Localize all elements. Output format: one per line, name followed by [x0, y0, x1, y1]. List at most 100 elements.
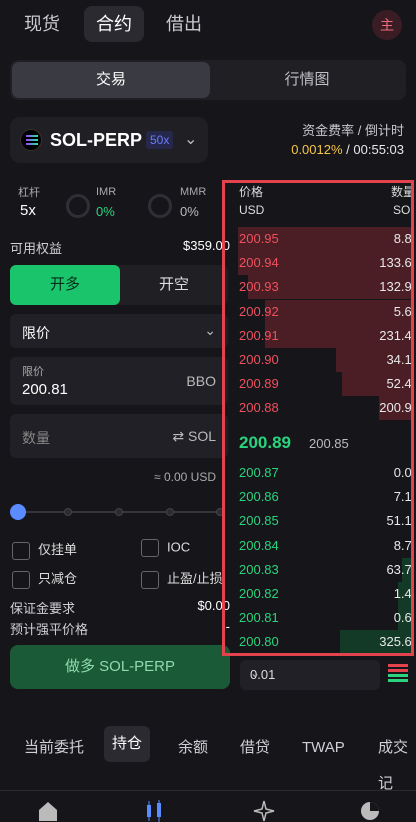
- ask-row[interactable]: 200.95 8.88: [225, 227, 412, 251]
- ask-qty: 52.42: [386, 376, 412, 392]
- mode-switch: 交易 行情图: [10, 60, 406, 100]
- margin-requirement: 保证金要求 $0.00: [10, 598, 230, 617]
- bid-row[interactable]: 200.86 7.15: [225, 485, 411, 509]
- ask-qty: 34.15: [386, 352, 412, 367]
- bid-price: 200.87: [239, 465, 279, 480]
- leverage-panel[interactable]: 杠杆 5x IMR 0% MMR 0%: [10, 180, 218, 228]
- ask-price: 200.95: [239, 231, 279, 246]
- tick-size-select[interactable]: 0.01 ⌄: [240, 660, 380, 690]
- bid-row[interactable]: 200.81 0.64: [225, 606, 412, 631]
- tab-open-orders[interactable]: 当前委托: [16, 730, 92, 766]
- home-icon[interactable]: [36, 799, 60, 822]
- submit-long-button[interactable]: 做多 SOL-PERP: [10, 645, 230, 689]
- qty-unit: SOL: [392, 203, 411, 217]
- top-nav: 现货 合约 借出 主: [0, 0, 416, 52]
- ask-row[interactable]: 200.90 34.15: [225, 348, 412, 372]
- bid-price: 200.81: [239, 610, 279, 626]
- chevron-down-icon: ⌄: [204, 322, 216, 338]
- ask-row[interactable]: 200.94 133.62: [225, 251, 412, 276]
- limit-price-label: 限价: [22, 366, 44, 378]
- equity-label: 可用权益: [10, 241, 63, 256]
- slider-tick[interactable]: [64, 508, 72, 516]
- bid-price: 200.83: [239, 561, 279, 577]
- quantity-field[interactable]: 数量 ⇄ SOL: [10, 414, 228, 458]
- bid-row[interactable]: 200.87 0.05: [225, 461, 411, 485]
- book-layout-icon[interactable]: [388, 664, 408, 686]
- trade-candles-icon[interactable]: [142, 799, 166, 822]
- market-selector[interactable]: SOL-PERP 50x ⌄: [10, 117, 208, 163]
- tab-balances[interactable]: 余额: [170, 730, 216, 766]
- bid-row[interactable]: 200.83 63.75: [225, 557, 411, 582]
- portfolio-pie-icon[interactable]: [358, 799, 382, 822]
- reduce-only-label: 只减仓: [38, 571, 78, 586]
- ask-qty: 133.62: [379, 255, 412, 271]
- bid-row[interactable]: 200.82 1.41: [225, 582, 411, 606]
- bid-price: 200.86: [239, 489, 279, 505]
- ask-qty: 8.88: [393, 231, 412, 246]
- tab-futures[interactable]: 合约: [84, 6, 144, 42]
- side-switch: 开多 开空: [10, 265, 228, 305]
- ask-row[interactable]: 200.92 5.69: [225, 299, 412, 324]
- tp-sl-checkbox[interactable]: 止盈/止损: [141, 568, 225, 589]
- limit-price-field[interactable]: 限价 200.81 BBO: [10, 357, 228, 405]
- post-only-label: 仅挂单: [38, 542, 78, 557]
- ask-row[interactable]: 200.93 132.98: [225, 275, 412, 300]
- order-type-select[interactable]: 限价 ⌄: [10, 314, 228, 348]
- tab-trade[interactable]: 交易: [12, 62, 210, 98]
- bid-qty: 0.64: [393, 610, 412, 626]
- bid-qty: 8.72: [393, 537, 412, 553]
- sparkle-icon[interactable]: [252, 799, 276, 822]
- ask-qty: 132.98: [379, 279, 412, 295]
- ask-price: 200.93: [239, 279, 279, 295]
- available-equity: 可用权益 $359.00: [10, 238, 230, 257]
- limit-price-value: 200.81: [22, 381, 68, 398]
- imr-ring-icon: [66, 194, 90, 218]
- account-avatar[interactable]: 主: [372, 10, 402, 40]
- slider-handle[interactable]: [10, 504, 26, 520]
- bid-row[interactable]: 200.85 51.18: [225, 509, 411, 533]
- open-short-tab[interactable]: 开空: [120, 265, 228, 305]
- tab-positions[interactable]: 持仓: [104, 726, 151, 762]
- chevron-down-icon: ⌄: [184, 131, 198, 148]
- mmr-value: 0%: [180, 204, 199, 219]
- reduce-only-checkbox[interactable]: 只减仓: [12, 568, 77, 589]
- ask-row[interactable]: 200.88 200.96: [225, 396, 412, 421]
- bid-price: 200.82: [239, 586, 279, 601]
- price-header: 价格: [239, 185, 264, 199]
- order-value-estimate: ≈ 0.00 USD: [154, 470, 216, 484]
- tab-trade-history[interactable]: 成交记: [370, 730, 416, 792]
- post-only-checkbox[interactable]: 仅挂单: [12, 539, 77, 560]
- funding-value: 0.0012% / 00:55:03: [291, 142, 404, 157]
- ask-qty: 5.69: [393, 303, 412, 319]
- solana-logo-icon: [20, 129, 42, 151]
- slider-tick[interactable]: [166, 508, 174, 516]
- imr-label: IMR: [96, 186, 117, 198]
- open-long-tab[interactable]: 开多: [10, 265, 120, 305]
- ask-qty: 200.96: [379, 400, 412, 416]
- mmr-label: MMR: [180, 186, 207, 198]
- funding-separator: /: [342, 142, 354, 157]
- ask-row[interactable]: 200.89 52.42: [225, 372, 412, 397]
- ask-row[interactable]: 200.91 231.48: [225, 323, 412, 348]
- bid-price: 200.84: [239, 537, 279, 553]
- quantity-slider[interactable]: [10, 504, 224, 520]
- tab-borrow[interactable]: 借贷: [232, 730, 278, 766]
- bbo-button[interactable]: BBO: [186, 373, 216, 389]
- bid-row[interactable]: 200.84 8.72: [225, 534, 412, 558]
- tab-chart[interactable]: 行情图: [208, 62, 406, 98]
- bottom-nav: [0, 790, 416, 822]
- mark-price: 200.85: [309, 436, 349, 451]
- tab-twap[interactable]: TWAP: [294, 730, 353, 766]
- order-book: 价格 USD 数量 SOL 200.958.88200.94133.62200.…: [222, 180, 414, 656]
- quantity-unit-toggle[interactable]: ⇄ SOL: [172, 428, 216, 445]
- tab-spot[interactable]: 现货: [12, 6, 72, 42]
- ask-qty: 231.48: [379, 327, 412, 343]
- slider-tick[interactable]: [115, 508, 123, 516]
- ask-price: 200.92: [239, 303, 279, 319]
- funding-label: 资金费率 / 倒计时: [302, 123, 404, 138]
- ioc-checkbox[interactable]: IOC: [141, 539, 190, 557]
- mid-price[interactable]: 200.89: [239, 433, 291, 453]
- margin-label: 保证金要求: [10, 601, 76, 616]
- tab-lend[interactable]: 借出: [154, 6, 214, 42]
- bid-row[interactable]: 200.80 325.62: [225, 630, 411, 653]
